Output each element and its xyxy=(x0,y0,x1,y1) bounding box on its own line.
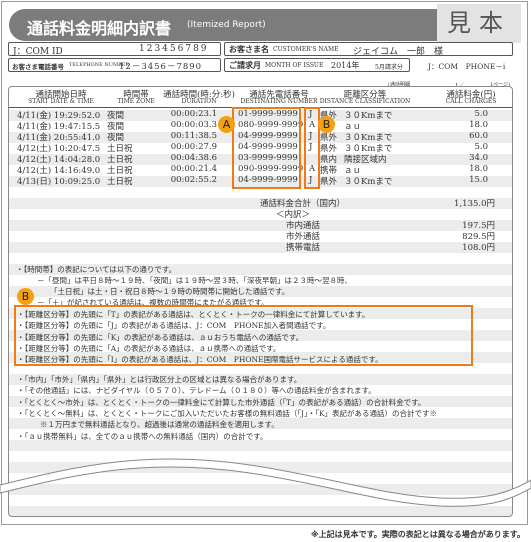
row-duration: 00:04:38.6 xyxy=(170,153,217,163)
classification-note: ・【距離区分等】の先頭に「T」の表記がある通話は、とくとく・トークの一律料金にて… xyxy=(17,310,370,319)
column-header-en: CALL CHARGES xyxy=(445,98,497,105)
general-note: ・「とくとく～市外」は、とくとく・トークの一律料金にて計算した市外通話（「T」の… xyxy=(17,397,426,407)
table-header: 通話開始日時 START DATE & TIME 時間帯 TIME ZONE 通話時間(… xyxy=(8,86,513,108)
marker-b: B xyxy=(318,116,335,133)
marker-b-notes: B xyxy=(17,288,34,305)
general-note: ・「とくとく～無料」は、とくとく・トークにご加入いただいたお客様の無料通話（「J… xyxy=(17,408,438,418)
month-label: ご請求月 xyxy=(229,61,261,70)
phone-box: お客さま電話番号 TELEPHONE NUMBER 12－3456－7890 xyxy=(8,58,221,72)
report-subtitle: (Itemized Report) xyxy=(187,20,266,30)
total-value: 1,135.0円 xyxy=(454,199,495,209)
jcom-id-value: 123456789 xyxy=(139,44,209,54)
highlight-a-box xyxy=(232,107,301,189)
row-date: 4/13(日) 10:09:25.0 xyxy=(17,177,101,187)
month-box: ご請求月 MONTH OF ISSUE 2014年 5月請求分 xyxy=(224,58,410,72)
classification-note: ・【距離区分等】の先頭に「J」の表記がある通話は、J：COM PHONE加入者間… xyxy=(17,321,331,331)
wave-break xyxy=(0,458,531,507)
row-area: 県外 xyxy=(320,177,338,187)
footer-note: ※上記は見本です。実際の表記とは異なる場合があります。 xyxy=(310,530,525,539)
time-zone-note: －「昼間」は平日８時～１９時、「夜間」は１９時～翌３時、「深夜早朝」は２３時～翌… xyxy=(37,276,352,285)
row-charge: 5.0 xyxy=(474,109,488,119)
row-duration: 00:00:23.1 xyxy=(170,109,217,119)
classification-note: ・【距離区分等】の先頭に「A」の表記がある通話は、ａｕ携帯への通話です。 xyxy=(17,343,281,353)
service-name: J：COM PHONE－i xyxy=(428,62,506,71)
month-suffix: 5月請求分 xyxy=(375,64,403,71)
general-note: ※１万円まで無料通話となり、超過後は通常の通話料金を適用します。 xyxy=(40,420,279,430)
row-charge: 34.0 xyxy=(469,153,488,163)
month-label-en: MONTH OF ISSUE xyxy=(265,62,324,69)
report-title: 通話料金明細内訳書 xyxy=(27,19,172,38)
row-duration: 00:00:03.3 xyxy=(170,120,217,130)
general-note: ・「その他通話」には、ナビダイヤル（０５７０）、テレドーム（０１８０）等への通話… xyxy=(17,386,376,396)
row-charge: 15.0 xyxy=(469,175,488,185)
marker-a: A xyxy=(218,116,235,133)
breakdown-item-label: 携帯電話 xyxy=(286,243,321,253)
month-value: 2014年 xyxy=(331,61,360,70)
highlight-b-box xyxy=(304,107,320,189)
classification-note: ・【距離区分等】の先頭に「K」の表記がある通話は、ａｕおうち電話への通話です。 xyxy=(17,332,304,342)
row-duration: 00:00:21.4 xyxy=(170,164,217,174)
jcom-id-box: J：COM ID 123456789 xyxy=(8,42,221,57)
row-charge: 60.0 xyxy=(469,131,488,141)
row-duration: 00:00:27.9 xyxy=(170,142,217,152)
customer-box: お客さま名 CUSTOMER'S NAME ジェイコム 一郎 様 xyxy=(224,42,513,57)
sample-stamp: 見本 xyxy=(437,4,521,43)
column-header-en: DISTANCE CLASSIFICATION xyxy=(319,98,411,105)
time-zone-note: 「土日祝」は土・日・祝日８時～１９時の時間帯に開始した通話です。 xyxy=(50,287,290,296)
row-charge: 18.0 xyxy=(469,164,488,174)
time-zone-note: ・【時間帯】の表記については以下の通りです。 xyxy=(16,265,177,274)
classification-note: ・【距離区分等】の先頭に「I」の表記がある通話は、J：COM PHONE国際電話… xyxy=(17,355,383,365)
title-bar: 通話料金明細内訳書 (Itemized Report) xyxy=(9,9,449,41)
row-distance: ３０Kmまで xyxy=(344,177,393,187)
customer-name: ジェイコム 一郎 様 xyxy=(353,47,444,57)
general-note: ・「市内」「市外」「県内」「県外」とは行政区分上の区域とは異なる場合があります。 xyxy=(17,375,302,384)
customer-label-en: CUSTOMER'S NAME xyxy=(273,46,339,53)
row-charge: 5.0 xyxy=(474,142,488,152)
breakdown-item-value: 108.0円 xyxy=(462,243,495,253)
customer-label: お客さま名 xyxy=(229,45,269,54)
row-duration: 00:11:38.5 xyxy=(170,131,217,141)
row-time-zone: 土日祝 xyxy=(107,177,133,187)
jcom-id-label: J：COM ID xyxy=(13,47,63,57)
row-charge: 18.0 xyxy=(469,120,488,130)
phone-label: お客さま電話番号 xyxy=(12,63,64,71)
phone-value: 12－3456－7890 xyxy=(119,62,203,72)
row-duration: 00:02:55.2 xyxy=(170,175,217,185)
